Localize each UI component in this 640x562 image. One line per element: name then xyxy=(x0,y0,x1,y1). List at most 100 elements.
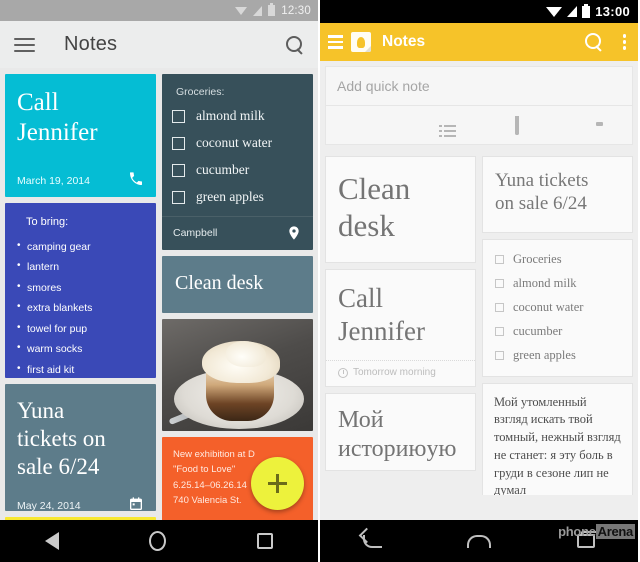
left-status-bar: 12:30 xyxy=(0,0,318,21)
home-circle-icon[interactable] xyxy=(149,531,167,551)
note-title-line1: Мой xyxy=(338,407,384,434)
note-card-yuna-tickets[interactable]: Yuna tickets on sale 6/24 May 24, 2014 xyxy=(5,384,156,512)
overflow-menu-icon[interactable] xyxy=(622,34,626,50)
checkbox-icon[interactable] xyxy=(172,136,185,150)
checkbox-icon[interactable] xyxy=(172,163,185,177)
note-card-clean-desk[interactable]: Clean desk xyxy=(162,256,313,313)
list-item: first aid kit xyxy=(17,359,144,379)
note-heading: Groceries: xyxy=(176,86,225,98)
page-title: Notes xyxy=(64,33,118,55)
search-icon[interactable] xyxy=(286,35,304,54)
battery-icon xyxy=(582,3,591,18)
checkbox-icon[interactable] xyxy=(495,278,504,288)
note-title-line3: sale 6/24 xyxy=(17,453,100,479)
status-time: 12:30 xyxy=(281,4,311,17)
exhibition-line4: 740 Valencia St. xyxy=(173,495,242,507)
checkbox-icon[interactable] xyxy=(495,254,504,264)
back-arrow-icon[interactable] xyxy=(362,534,382,548)
exhibition-line1: New exhibition at D xyxy=(173,449,255,460)
checkbox-icon[interactable] xyxy=(172,109,185,123)
clock-icon xyxy=(338,367,348,378)
note-title-line2: историюую xyxy=(338,435,457,462)
watermark: phone Arena xyxy=(558,524,635,539)
poem-text: Мой утомленный взгляд искать твой томный… xyxy=(494,394,621,495)
note-card-moy[interactable]: Мой историюую xyxy=(325,393,476,471)
checklist-label: coconut water xyxy=(196,135,273,150)
list-item: towel for pup xyxy=(17,318,144,339)
exhibition-line3: 6.25.14–06.26.14 xyxy=(173,479,247,491)
note-title-line2: tickets on xyxy=(17,425,106,451)
reminder-row: Tomorrow morning xyxy=(326,360,475,386)
note-card-photo[interactable] xyxy=(162,319,313,431)
checklist-label: coconut water xyxy=(513,299,584,314)
checklist-item[interactable]: almond milk xyxy=(495,276,620,291)
checklist-label: cucumber xyxy=(196,162,250,177)
list-item: lantern xyxy=(17,256,144,277)
left-navigation-bar xyxy=(0,520,318,562)
checklist-label: cucumber xyxy=(513,323,563,338)
phone-icon xyxy=(130,172,142,185)
note-title-line2: Jennifer xyxy=(338,315,425,346)
location-label: Campbell xyxy=(173,227,218,239)
note-card-groceries[interactable]: Groceries: almond milk coconut water cuc… xyxy=(162,74,313,250)
back-triangle-icon[interactable] xyxy=(45,532,60,550)
note-title-line1: Clean xyxy=(338,171,411,206)
checklist-item[interactable]: green apples xyxy=(172,189,303,205)
note-title-line1: Call xyxy=(338,283,383,314)
note-title-line1: Yuna xyxy=(17,398,65,424)
list-item: warm socks xyxy=(17,338,144,359)
home-icon[interactable] xyxy=(467,534,492,548)
calendar-icon xyxy=(130,497,142,511)
note-card-call-jennifer[interactable]: Call Jennifer March 19, 2014 xyxy=(5,74,156,197)
checklist-item[interactable]: green apples xyxy=(495,348,620,363)
note-card-call-jennifer[interactable]: Call Jennifer Tomorrow morning xyxy=(325,269,476,388)
note-card-to-bring[interactable]: To bring: camping gear lantern smores ex… xyxy=(5,203,156,379)
checklist-label: green apples xyxy=(513,347,576,362)
note-date: May 24, 2014 xyxy=(17,500,81,512)
left-column-1: Call Jennifer March 19, 2014 To bring: c… xyxy=(5,74,156,537)
checklist-label: almond milk xyxy=(196,108,265,123)
checkbox-icon[interactable] xyxy=(495,302,504,312)
add-note-fab[interactable] xyxy=(251,457,304,510)
note-title-line2: desk xyxy=(338,208,395,244)
list-item: camping gear xyxy=(17,236,144,257)
reminder-label: Tomorrow morning xyxy=(353,367,436,379)
checklist-item[interactable]: cucumber xyxy=(495,324,620,339)
checklist-label: almond milk xyxy=(513,275,577,290)
note-card-groceries[interactable]: Groceries almond milk coconut water cucu… xyxy=(482,238,633,377)
hamburger-icon[interactable] xyxy=(14,37,35,52)
quick-note-actions xyxy=(326,106,632,144)
checkbox-icon[interactable] xyxy=(495,326,504,336)
map-pin-icon xyxy=(289,226,299,240)
checkbox-icon[interactable] xyxy=(172,190,185,204)
microphone-icon[interactable] xyxy=(514,116,519,135)
note-card-clean-desk[interactable]: Clean desk xyxy=(325,156,476,264)
exhibition-line2: "Food to Love" xyxy=(173,464,236,476)
battery-icon xyxy=(268,3,276,16)
list-item: smores xyxy=(17,277,144,298)
checklist-item[interactable]: coconut water xyxy=(172,135,303,151)
checkbox-icon[interactable] xyxy=(495,350,504,360)
quick-note-panel: Add quick note xyxy=(325,66,633,145)
hamburger-icon[interactable] xyxy=(328,35,343,49)
checklist-item[interactable]: cucumber xyxy=(172,162,303,178)
note-card-poem[interactable]: Мой утомленный взгляд искать твой томный… xyxy=(482,382,633,495)
watermark-part2: Arena xyxy=(595,524,635,539)
right-notes-grid: Clean desk Call Jennifer Tomorrow mornin… xyxy=(320,145,638,495)
checklist-item[interactable]: Groceries xyxy=(495,252,620,267)
page-title: Notes xyxy=(382,33,426,50)
checklist-item[interactable]: almond milk xyxy=(172,108,303,124)
watermark-part1: phone xyxy=(558,524,596,539)
search-icon[interactable] xyxy=(584,33,603,51)
status-time: 13:00 xyxy=(595,4,630,19)
note-title-line2: Jennifer xyxy=(17,118,98,146)
recents-square-icon[interactable] xyxy=(256,533,273,549)
wifi-icon xyxy=(546,6,563,17)
note-heading: To bring: xyxy=(26,216,69,228)
right-phone-screen: 13:00 Notes Add quick note Clean desk Ca… xyxy=(320,0,638,562)
checklist-item[interactable]: coconut water xyxy=(495,300,620,315)
quick-note-input[interactable]: Add quick note xyxy=(326,67,632,106)
dropdown-triangle-icon xyxy=(235,6,248,15)
note-card-yuna-tickets[interactable]: Yuna tickets on sale 6/24 xyxy=(482,156,633,233)
bring-list: camping gear lantern smores extra blanke… xyxy=(17,236,144,379)
